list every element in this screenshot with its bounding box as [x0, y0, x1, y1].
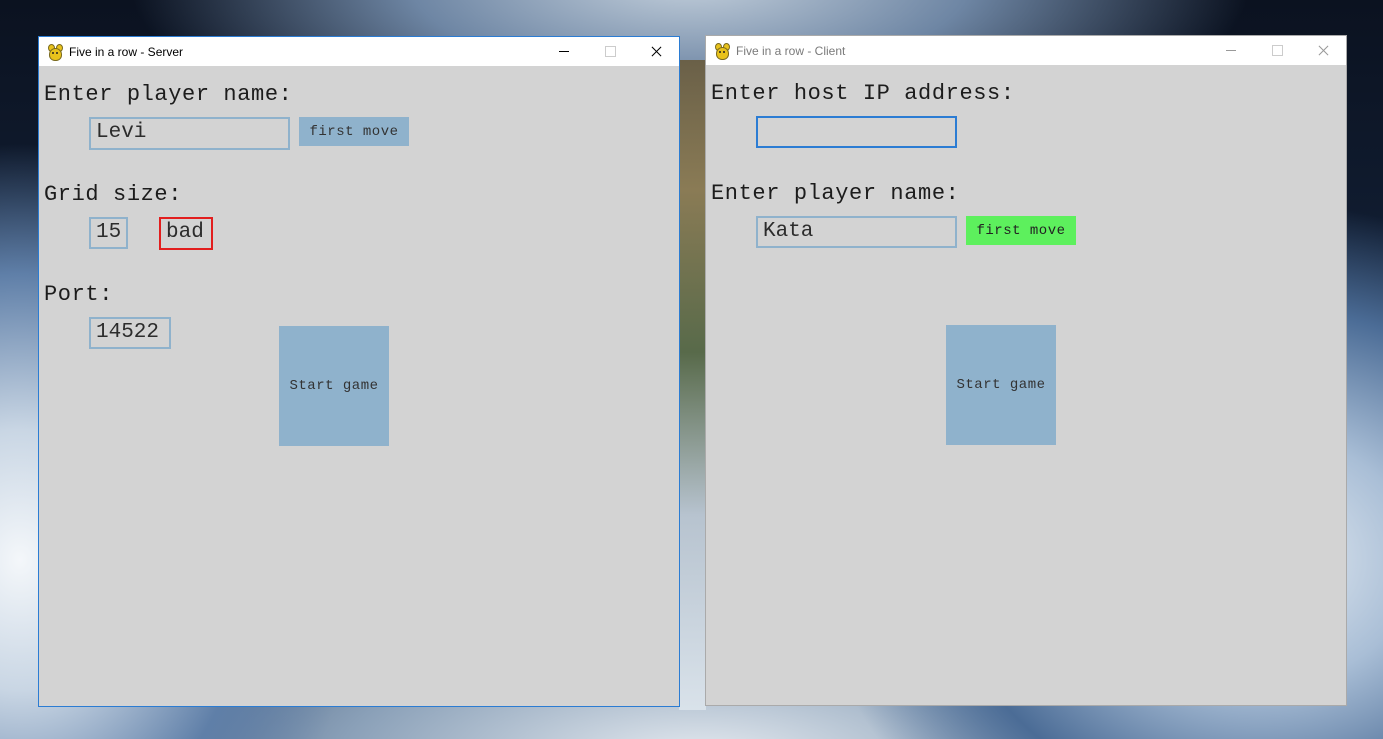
host-ip-input[interactable]	[756, 116, 957, 148]
close-button[interactable]	[633, 37, 679, 66]
player-name-label: Enter player name:	[711, 181, 960, 206]
server-titlebar[interactable]: Five in a row - Server	[39, 37, 679, 66]
minimize-button[interactable]	[541, 37, 587, 66]
player-name-input[interactable]: Kata	[756, 216, 957, 248]
maximize-icon	[1272, 45, 1283, 56]
maximize-button[interactable]	[1254, 36, 1300, 65]
pygame-snake-icon	[714, 42, 730, 60]
desktop-wallpaper	[679, 60, 706, 710]
maximize-button[interactable]	[587, 37, 633, 66]
port-label: Port:	[44, 282, 114, 307]
window-title: Five in a row - Server	[69, 44, 184, 59]
host-ip-label: Enter host IP address:	[711, 81, 1015, 106]
window-title: Five in a row - Client	[736, 43, 846, 58]
pygame-snake-icon	[47, 43, 63, 61]
player-name-label: Enter player name:	[44, 82, 293, 107]
close-button[interactable]	[1300, 36, 1346, 65]
client-titlebar[interactable]: Five in a row - Client	[706, 36, 1346, 65]
start-game-button[interactable]: Start game	[279, 326, 389, 446]
minimize-icon	[559, 51, 569, 52]
minimize-button[interactable]	[1208, 36, 1254, 65]
player-name-input[interactable]: Levi	[89, 117, 290, 150]
start-game-button[interactable]: Start game	[946, 325, 1056, 445]
maximize-icon	[605, 46, 616, 57]
grid-size-label: Grid size:	[44, 182, 183, 207]
first-move-button[interactable]: first move	[299, 117, 409, 146]
port-input[interactable]: 14522	[89, 317, 171, 349]
grid-size-error-badge: bad	[159, 217, 213, 250]
grid-size-input[interactable]: 15	[89, 217, 128, 249]
minimize-icon	[1226, 50, 1236, 51]
first-move-button[interactable]: first move	[966, 216, 1076, 245]
client-window: Five in a row - Client Enter host IP add…	[705, 35, 1347, 706]
server-window: Five in a row - Server Enter player name…	[38, 36, 680, 707]
